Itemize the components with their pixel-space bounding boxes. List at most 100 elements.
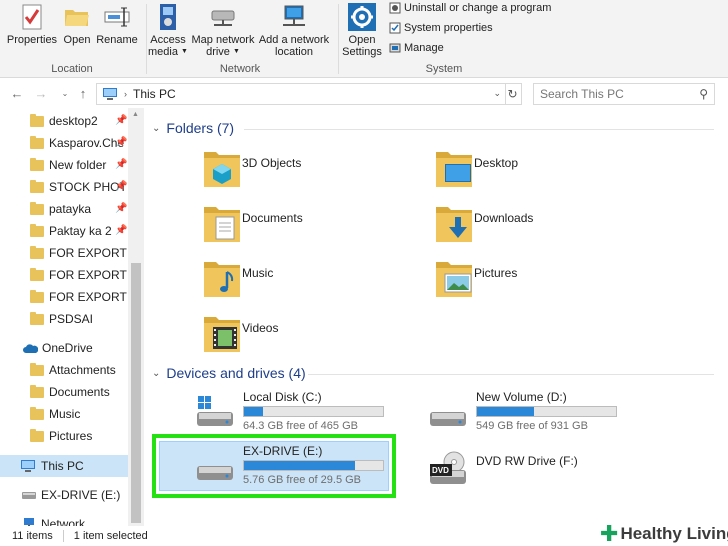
folder-desktop[interactable]: Desktop bbox=[434, 146, 634, 196]
computer-icon bbox=[21, 460, 35, 472]
drive-d[interactable]: New Volume (D:) 549 GB free of 931 GB bbox=[428, 390, 658, 438]
forward-button[interactable]: → bbox=[32, 84, 50, 102]
chevron-down-icon: ▼ bbox=[181, 48, 188, 56]
folder-videos[interactable]: Videos bbox=[202, 311, 402, 361]
nav-item[interactable]: Documents bbox=[30, 382, 110, 402]
nav-item[interactable]: Music bbox=[30, 404, 80, 424]
nav-item[interactable]: STOCK PHOT bbox=[30, 177, 127, 197]
refresh-button[interactable]: ↻ bbox=[504, 83, 522, 105]
folder-documents[interactable]: Documents bbox=[202, 201, 402, 251]
manage-button[interactable]: Manage bbox=[389, 42, 444, 54]
pictures-folder-icon bbox=[436, 262, 472, 297]
back-button[interactable]: ← bbox=[8, 84, 26, 102]
nav-item-ex-drive[interactable]: EX-DRIVE (E:) bbox=[22, 485, 120, 505]
properties-button[interactable]: Properties bbox=[6, 2, 58, 46]
drive-f[interactable]: DVD DVD RW Drive (F:) bbox=[428, 446, 658, 494]
folder-icon bbox=[30, 113, 44, 127]
3d-objects-folder-icon bbox=[204, 152, 240, 187]
open-button[interactable]: Open bbox=[60, 2, 94, 46]
arrow-up-icon: ↑ bbox=[79, 85, 87, 101]
nav-item[interactable]: PSDSAI bbox=[30, 309, 93, 329]
content-pane: ⌄ Folders (7) 3D Objects Desktop Documen… bbox=[144, 108, 728, 526]
add-network-location-button[interactable]: Add a network location bbox=[256, 2, 332, 58]
open-folder-icon bbox=[62, 2, 92, 32]
nav-item[interactable]: Paktay ka 2 bbox=[30, 221, 112, 241]
dvd-badge: DVD bbox=[432, 466, 449, 475]
recent-locations-button[interactable]: ⌄ bbox=[56, 84, 74, 102]
map-network-drive-button[interactable]: Map network drive ▼ bbox=[190, 2, 256, 58]
drive-usage-fill bbox=[244, 461, 356, 470]
uninstall-program-button[interactable]: Uninstall or change a program bbox=[389, 2, 551, 14]
access-media-button[interactable]: Access media ▼ bbox=[148, 2, 188, 58]
refresh-icon: ↻ bbox=[507, 87, 518, 101]
folder-icon bbox=[30, 201, 44, 215]
pin-icon[interactable]: 📌 bbox=[115, 203, 127, 214]
group-divider bbox=[244, 129, 714, 130]
nav-scrollbar[interactable]: ▲ bbox=[128, 108, 144, 526]
folder-icon bbox=[30, 223, 44, 237]
arrow-left-icon: ← bbox=[10, 85, 24, 101]
folder-music[interactable]: Music bbox=[202, 256, 402, 306]
chevron-down-icon[interactable]: ⌄ bbox=[493, 88, 501, 99]
videos-folder-icon bbox=[204, 317, 240, 352]
drive-usage-fill bbox=[477, 407, 534, 416]
nav-item[interactable]: desktop2 bbox=[30, 111, 98, 131]
media-icon bbox=[153, 2, 183, 32]
pin-icon[interactable]: 📌 bbox=[115, 225, 127, 236]
nav-item[interactable]: Attachments bbox=[30, 360, 116, 380]
manage-icon bbox=[389, 42, 401, 54]
documents-folder-icon bbox=[204, 207, 240, 242]
up-button[interactable]: ↑ bbox=[74, 84, 92, 102]
pin-icon[interactable]: 📌 bbox=[115, 159, 127, 170]
nav-item[interactable]: FOR EXPORT bbox=[30, 243, 127, 263]
nav-item[interactable]: patayka bbox=[30, 199, 91, 219]
folder-pictures[interactable]: Pictures bbox=[434, 256, 634, 306]
folder-icon bbox=[30, 157, 44, 171]
open-settings-button[interactable]: Open Settings bbox=[340, 2, 384, 58]
address-bar[interactable]: › This PC ⌄ bbox=[96, 83, 506, 105]
folder-icon bbox=[30, 245, 44, 259]
chevron-down-icon: ⌄ bbox=[152, 122, 161, 134]
devices-group-header[interactable]: ⌄ Devices and drives (4) bbox=[152, 365, 306, 381]
ribbon: Properties Open Rename Location Access m… bbox=[0, 0, 728, 78]
drive-icon bbox=[430, 412, 466, 426]
chevron-up-icon[interactable]: ▲ bbox=[132, 111, 139, 118]
folder-downloads[interactable]: Downloads bbox=[434, 201, 634, 251]
system-properties-button[interactable]: System properties bbox=[389, 22, 493, 34]
nav-item[interactable]: Pictures bbox=[30, 426, 92, 446]
pin-icon[interactable]: 📌 bbox=[115, 137, 127, 148]
gear-icon bbox=[347, 2, 377, 32]
computer-icon bbox=[103, 88, 117, 100]
nav-item[interactable]: FOR EXPORT bbox=[30, 287, 127, 307]
drive-c[interactable]: Local Disk (C:) 64.3 GB free of 465 GB bbox=[195, 390, 425, 438]
drive-usage-bar bbox=[243, 460, 384, 471]
nav-item-network[interactable]: Network bbox=[22, 514, 85, 526]
drive-usage-bar bbox=[243, 406, 384, 417]
drive-e[interactable]: EX-DRIVE (E:) 5.76 GB free of 29.5 GB bbox=[195, 444, 425, 492]
system-group-label: System bbox=[425, 63, 463, 75]
group-divider bbox=[338, 4, 339, 74]
nav-item-onedrive[interactable]: OneDrive bbox=[22, 338, 93, 358]
plus-icon: ✚ bbox=[600, 520, 619, 546]
search-input[interactable]: Search This PC ⚲ bbox=[533, 83, 715, 105]
network-location-icon bbox=[279, 2, 309, 32]
desktop-folder-icon bbox=[436, 152, 472, 187]
cloud-icon bbox=[23, 343, 38, 353]
chevron-down-icon: ⌄ bbox=[152, 367, 161, 379]
folder-icon bbox=[30, 428, 44, 442]
nav-item[interactable]: Kasparov.Che bbox=[30, 133, 124, 153]
folder-3d-objects[interactable]: 3D Objects bbox=[202, 146, 402, 196]
folder-icon bbox=[30, 289, 44, 303]
pin-icon[interactable]: 📌 bbox=[115, 181, 127, 192]
folder-icon bbox=[30, 311, 44, 325]
nav-item[interactable]: New folder bbox=[30, 155, 106, 175]
search-icon: ⚲ bbox=[699, 87, 708, 101]
pin-icon[interactable]: 📌 bbox=[115, 115, 127, 126]
rename-button[interactable]: Rename bbox=[96, 2, 138, 46]
navigation-pane: desktop2 📌 Kasparov.Che 📌 New folder 📌 S… bbox=[0, 108, 144, 526]
folders-group-header[interactable]: ⌄ Folders (7) bbox=[152, 120, 234, 136]
nav-item[interactable]: FOR EXPORT bbox=[30, 265, 127, 285]
breadcrumb[interactable]: This PC bbox=[133, 87, 176, 101]
nav-item-this-pc[interactable]: This PC bbox=[20, 456, 84, 476]
scrollbar-thumb[interactable] bbox=[131, 263, 141, 523]
